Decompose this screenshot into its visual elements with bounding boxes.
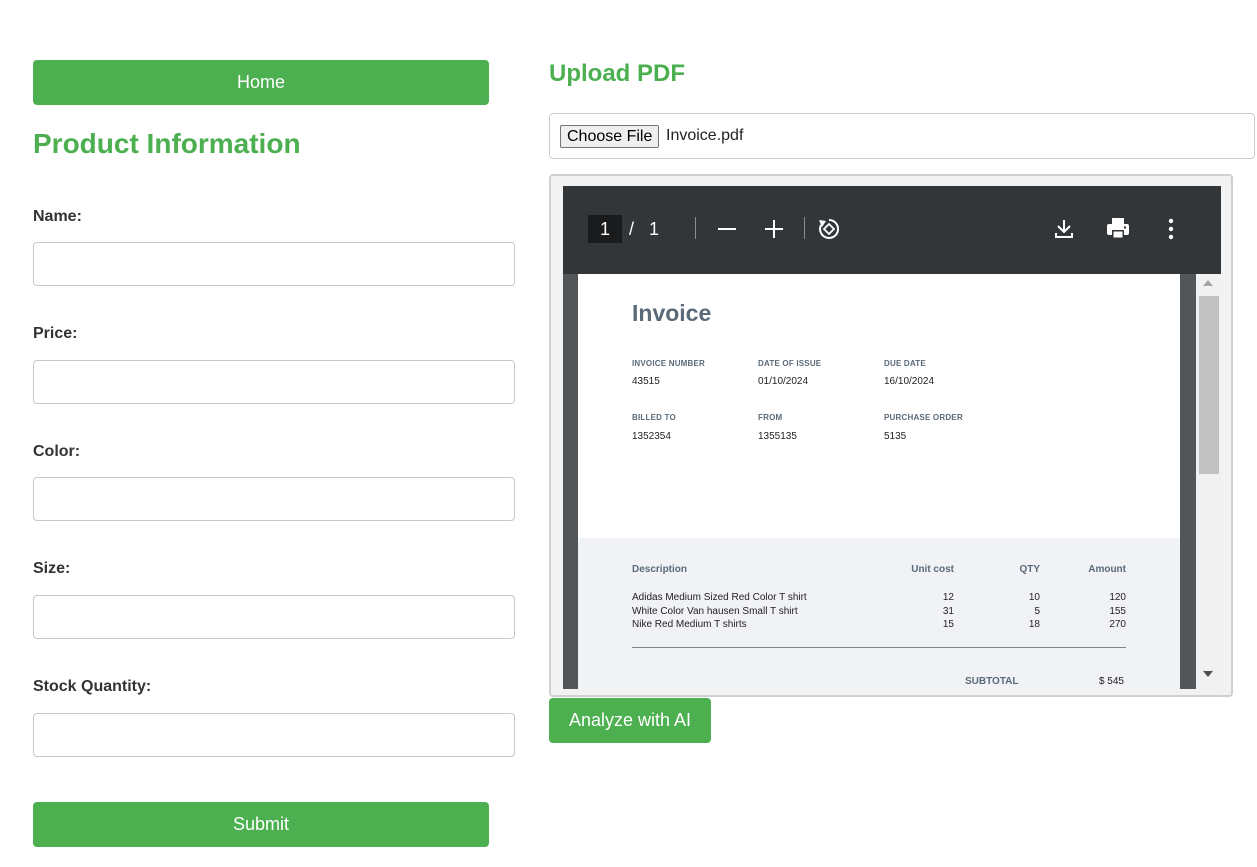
zoom-in-icon[interactable] xyxy=(759,214,789,244)
invoice-number-value: 43515 xyxy=(632,376,660,387)
file-input[interactable]: Choose File Invoice.pdf xyxy=(549,113,1255,159)
due-date-label: DUE DATE xyxy=(884,359,926,368)
rotate-icon[interactable] xyxy=(814,214,844,244)
item-unit-cost: 31 xyxy=(942,606,954,617)
pdf-embed-frame: 1 / 1 Invoice INVOICE NUMBER 43515 DATE … xyxy=(549,174,1233,697)
item-amount: 270 xyxy=(1109,619,1126,630)
name-label: Name: xyxy=(33,208,82,225)
price-label: Price: xyxy=(33,325,78,342)
column-header-description: Description xyxy=(632,564,688,575)
pdf-toolbar: 1 / 1 xyxy=(563,186,1221,274)
home-button[interactable]: Home xyxy=(33,60,489,105)
due-date-value: 16/10/2024 xyxy=(884,376,935,387)
stock-quantity-label: Stock Quantity: xyxy=(33,678,152,695)
choose-file-button[interactable]: Choose File xyxy=(560,125,660,148)
color-input[interactable] xyxy=(33,477,515,521)
submit-button[interactable]: Submit xyxy=(33,802,489,847)
color-label: Color: xyxy=(33,443,81,460)
item-amount: 120 xyxy=(1109,592,1126,603)
pdf-scrollbar[interactable] xyxy=(1196,274,1221,689)
scrollbar-thumb[interactable] xyxy=(1199,296,1219,474)
invoice-items-section: Description Unit cost QTY Amount Adidas … xyxy=(578,538,1180,689)
selected-file-name: Invoice.pdf xyxy=(666,127,744,144)
subtotal-label: SUBTOTAL xyxy=(965,676,1019,687)
invoice-number-label: INVOICE NUMBER xyxy=(632,359,706,368)
column-header-unit-cost: Unit cost xyxy=(911,564,954,575)
zoom-out-icon[interactable] xyxy=(712,214,742,244)
from-label: FROM xyxy=(758,413,783,422)
toolbar-divider xyxy=(695,217,696,239)
item-description: Nike Red Medium T shirts xyxy=(632,619,747,630)
toolbar-divider xyxy=(804,217,805,239)
upload-title: Upload PDF xyxy=(549,60,685,87)
analyze-with-ai-button[interactable]: Analyze with AI xyxy=(549,698,711,743)
item-description: White Color Van hausen Small T shirt xyxy=(632,606,798,617)
item-qty: 10 xyxy=(1028,592,1040,603)
from-value: 1355135 xyxy=(758,431,797,442)
page-number-input[interactable]: 1 xyxy=(588,215,622,243)
item-unit-cost: 15 xyxy=(942,619,954,630)
item-qty: 18 xyxy=(1028,619,1040,630)
pdf-viewer[interactable]: 1 / 1 Invoice INVOICE NUMBER 43515 DATE … xyxy=(563,186,1221,689)
item-unit-cost: 12 xyxy=(942,592,954,603)
name-input[interactable] xyxy=(33,242,515,286)
item-description: Adidas Medium Sized Red Color T shirt xyxy=(632,592,807,603)
invoice-title: Invoice xyxy=(632,300,712,326)
purchase-order-value: 5135 xyxy=(884,431,907,442)
billed-to-value: 1352354 xyxy=(632,431,671,442)
more-options-icon[interactable] xyxy=(1156,214,1186,244)
date-of-issue-label: DATE OF ISSUE xyxy=(758,359,822,368)
stock-quantity-input[interactable] xyxy=(33,713,515,757)
size-input[interactable] xyxy=(33,595,515,639)
subtotal-value: $ 545 xyxy=(1098,676,1124,687)
form-title: Product Information xyxy=(33,128,301,159)
date-of-issue-value: 01/10/2024 xyxy=(758,376,809,387)
price-input[interactable] xyxy=(33,360,515,404)
scroll-down-arrow-icon[interactable] xyxy=(1203,671,1213,677)
item-amount: 155 xyxy=(1109,606,1126,617)
billed-to-label: BILLED TO xyxy=(632,413,676,422)
column-header-qty: QTY xyxy=(1019,564,1040,575)
scroll-up-arrow-icon[interactable] xyxy=(1203,280,1213,286)
item-qty: 5 xyxy=(1034,606,1040,617)
column-header-amount: Amount xyxy=(1088,564,1126,575)
items-divider xyxy=(632,647,1126,648)
download-icon[interactable] xyxy=(1049,214,1079,244)
page-separator: / xyxy=(629,219,635,239)
size-label: Size: xyxy=(33,560,71,577)
purchase-order-label: PURCHASE ORDER xyxy=(884,413,963,422)
page-total: 1 xyxy=(649,219,660,239)
print-icon[interactable] xyxy=(1103,214,1133,244)
pdf-page: Invoice INVOICE NUMBER 43515 DATE OF ISS… xyxy=(578,274,1180,689)
